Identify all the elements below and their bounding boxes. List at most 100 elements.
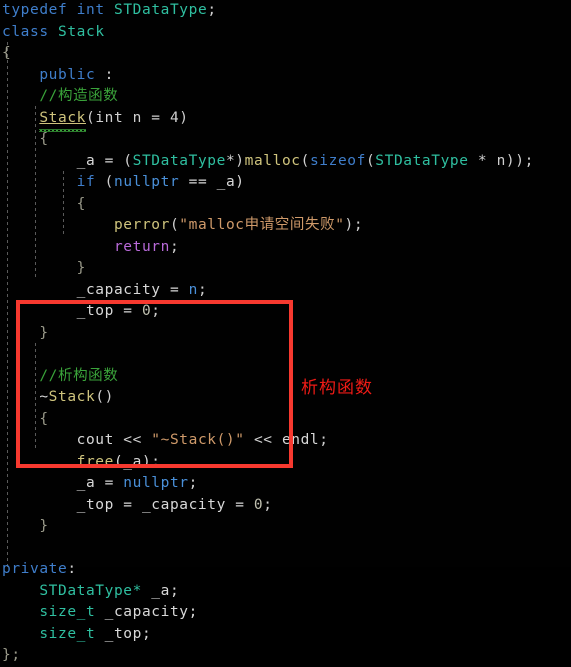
code-line-2[interactable]: class Stack xyxy=(0,22,571,44)
token-semicolon: ; xyxy=(207,2,217,18)
code-text-layer[interactable]: typedef int STDataType; class Stack { pu… xyxy=(0,0,571,663)
code-line-17-blank[interactable] xyxy=(0,344,571,366)
token-eq-eq-a: == _a) xyxy=(179,174,245,190)
token-shift-left: << xyxy=(244,432,282,448)
token-free-arg: (_a); xyxy=(113,453,161,470)
token-keyword-typedef: typedef xyxy=(2,2,68,18)
token-ctor-signature: (int n = 4) xyxy=(85,109,189,126)
code-line-30[interactable]: size_t _top; xyxy=(0,624,571,646)
token-semicolon: ; xyxy=(169,238,180,255)
code-line-16[interactable]: } xyxy=(0,323,571,345)
ctor-name-squiggle-wrapper: Stack xyxy=(39,108,86,132)
code-editor-canvas: typedef int STDataType; class Stack { pu… xyxy=(0,0,571,663)
token-close-brace: } xyxy=(76,260,86,276)
token-close-paren-semi: ); xyxy=(344,217,364,233)
token-close-paren-semi: ); xyxy=(515,152,534,169)
token-keyword-int: int xyxy=(76,2,105,18)
code-line-26-blank[interactable] xyxy=(0,538,571,560)
code-line-9[interactable]: if (nullptr == _a) xyxy=(0,172,571,194)
token-open-brace: { xyxy=(2,45,12,61)
code-line-18[interactable]: //析构函数 xyxy=(0,366,571,388)
token-member-a-assign: _a = xyxy=(76,475,124,491)
code-line-23[interactable]: _a = nullptr; xyxy=(0,473,571,495)
code-line-3[interactable]: { xyxy=(0,43,571,65)
code-line-27[interactable]: private: xyxy=(0,559,571,581)
token-member-capacity: _capacity; xyxy=(95,604,198,620)
token-semicolon: ; xyxy=(263,496,273,513)
token-type-stdatatype-ptr: STDataType* xyxy=(39,582,142,599)
token-type-stdatatype: STDataType xyxy=(375,152,469,169)
token-semicolon: ; xyxy=(197,281,208,298)
token-keyword-public: public xyxy=(39,66,96,83)
token-empty-parens: () xyxy=(95,389,114,405)
token-number-zero: 0 xyxy=(141,303,152,319)
token-function-malloc: malloc xyxy=(244,152,301,169)
code-line-21[interactable]: cout << "~Stack()" << endl; xyxy=(0,430,571,452)
token-cast-close: *) xyxy=(225,152,245,169)
code-line-4[interactable]: public : xyxy=(0,65,571,87)
code-line-12[interactable]: return; xyxy=(0,237,571,259)
token-function-stack-dtor: Stack xyxy=(48,389,96,405)
token-tilde: ~ xyxy=(39,389,49,405)
token-function-free: free xyxy=(76,453,114,470)
token-open-brace: { xyxy=(39,131,49,147)
code-line-29[interactable]: size_t _capacity; xyxy=(0,602,571,624)
code-line-20[interactable]: { xyxy=(0,409,571,431)
code-line-11[interactable]: perror("malloc申请空间失败"); xyxy=(0,215,571,237)
token-keyword-return: return xyxy=(113,238,170,255)
token-top-capacity-assign: _top = _capacity = xyxy=(76,496,254,513)
code-line-15[interactable]: _top = 0; xyxy=(0,301,571,323)
destructor-annotation-label: 析构函数 xyxy=(301,378,373,398)
token-cast-open: ( xyxy=(123,152,133,169)
code-line-14[interactable]: _capacity = n; xyxy=(0,280,571,302)
code-line-25[interactable]: } xyxy=(0,516,571,538)
code-line-31[interactable]: }; xyxy=(0,645,571,667)
code-line-6[interactable]: Stack(int n = 4) xyxy=(0,108,571,132)
code-line-19[interactable]: ~Stack() xyxy=(0,387,571,409)
code-line-24[interactable]: _top = _capacity = 0; xyxy=(0,495,571,517)
code-line-28[interactable]: STDataType* _a; xyxy=(0,581,571,603)
token-classname-stack: Stack xyxy=(58,23,105,40)
code-line-7[interactable]: { xyxy=(0,129,571,151)
token-type-size-t: size_t xyxy=(39,625,96,642)
token-type-stdatatype: STDataType xyxy=(132,152,226,169)
token-colon: : xyxy=(67,561,77,577)
token-member-capacity-assign: _capacity = xyxy=(76,281,189,298)
token-member-a: _a; xyxy=(141,582,180,599)
token-function-stack-ctor: Stack xyxy=(39,109,86,126)
code-line-10[interactable]: { xyxy=(0,194,571,216)
code-line-13[interactable]: } xyxy=(0,258,571,280)
comment-destructor: //析构函数 xyxy=(39,367,119,384)
token-open-brace: { xyxy=(76,195,86,212)
code-line-5[interactable]: //构造函数 xyxy=(0,86,571,108)
token-keyword-sizeof: sizeof xyxy=(309,152,366,169)
token-type-size-t: size_t xyxy=(39,604,96,620)
token-function-perror: perror xyxy=(113,217,170,233)
token-stream-cout: cout xyxy=(76,432,114,448)
token-member-top-assign: _top = xyxy=(76,303,142,319)
code-line-22[interactable]: free(_a); xyxy=(0,452,571,474)
code-line-1[interactable]: typedef int STDataType; xyxy=(0,0,571,22)
token-keyword-class: class xyxy=(2,23,49,40)
token-semicolon: ; xyxy=(151,303,161,319)
code-line-8[interactable]: _a = (STDataType*)malloc(sizeof(STDataTy… xyxy=(0,151,571,173)
